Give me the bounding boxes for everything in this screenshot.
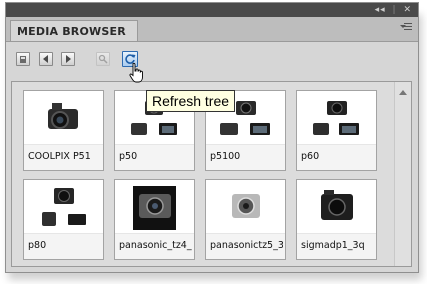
arrow-left-icon — [43, 55, 48, 63]
camera-thumbnail-image — [297, 91, 376, 147]
window-controls: ◂◂ | ✕ — [372, 4, 412, 16]
thumbnail-item[interactable]: COOLPIX P51 — [23, 90, 104, 171]
camera-thumbnail-image — [24, 180, 103, 236]
thumbnail-item[interactable]: panasonic_tz4_ — [114, 179, 195, 260]
hand-cursor-icon — [129, 62, 143, 83]
camera-thumbnail-image — [297, 180, 376, 236]
thumbnail-label: panasonic_tz4_ — [119, 240, 192, 251]
back-button[interactable] — [39, 52, 53, 66]
thumbnail-label: COOLPIX P51 — [28, 151, 91, 162]
thumbnail-label: panasonictz5_3 — [210, 240, 283, 251]
tab-media-browser[interactable]: MEDIA BROWSER — [10, 20, 138, 41]
thumbnail-label: p80 — [28, 240, 47, 251]
camera-thumbnail-image — [24, 91, 103, 147]
tab-row: MEDIA BROWSER — [6, 17, 418, 42]
close-icon[interactable]: ✕ — [403, 4, 412, 16]
scroll-up-arrow-icon[interactable] — [399, 90, 407, 95]
vertical-scrollbar[interactable] — [394, 82, 411, 266]
forward-button[interactable] — [61, 52, 75, 66]
thumbnail-label: p60 — [301, 151, 320, 162]
thumbnail-label: p50 — [119, 151, 138, 162]
tab-label: MEDIA BROWSER — [17, 25, 126, 38]
arrow-right-icon — [66, 55, 71, 63]
camera-thumbnail-image — [206, 180, 285, 236]
thumbnail-label: sigmadp1_3q — [301, 240, 365, 251]
search-button[interactable] — [96, 52, 110, 66]
collapse-icon[interactable]: ◂◂ — [375, 4, 386, 16]
panel-menu-icon[interactable] — [400, 23, 412, 33]
thumbnail-item[interactable]: sigmadp1_3q — [296, 179, 377, 260]
thumbnail-item[interactable]: panasonictz5_3 — [205, 179, 286, 260]
thumbnail-item[interactable]: p80 — [23, 179, 104, 260]
thumbnail-item[interactable]: p60 — [296, 90, 377, 171]
folder-up-icon — [20, 56, 26, 63]
thumbnail-label: p5100 — [210, 151, 241, 162]
tooltip-text: Refresh tree — [152, 93, 230, 109]
panel-titlebar: ◂◂ | ✕ — [6, 3, 418, 17]
magnifier-icon — [98, 54, 108, 64]
go-up-button[interactable] — [16, 52, 30, 66]
refresh-tree-tooltip: Refresh tree — [146, 90, 236, 112]
camera-thumbnail-image — [115, 180, 194, 236]
divider: | — [392, 5, 397, 15]
